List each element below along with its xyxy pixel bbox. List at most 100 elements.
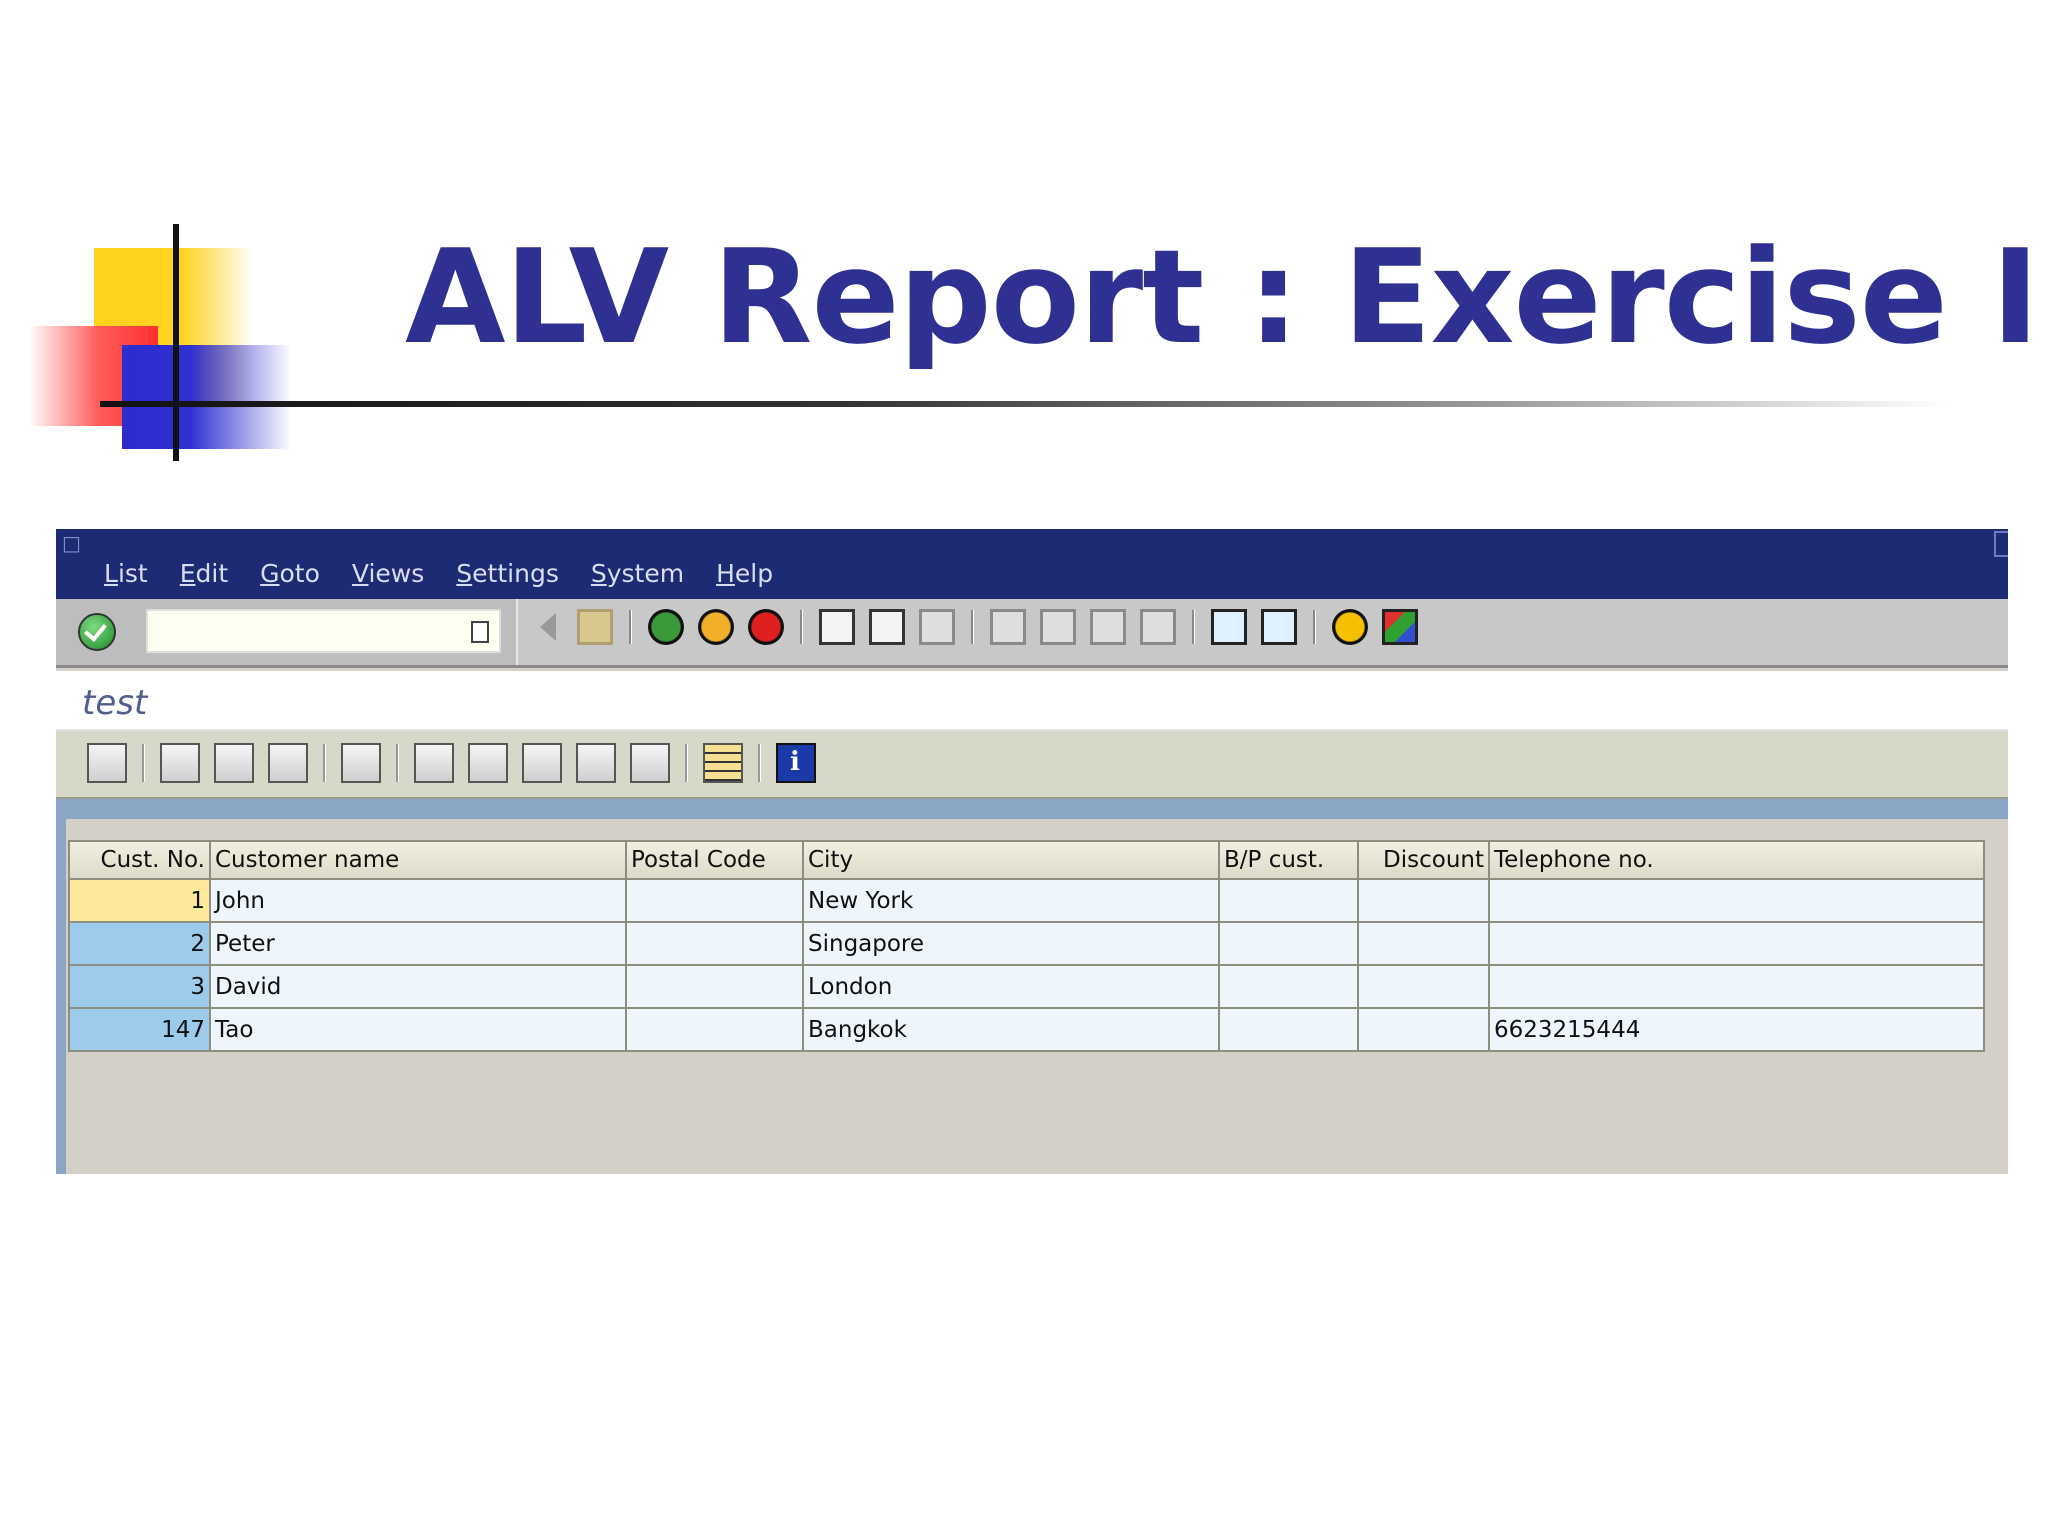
spreadsheet-icon[interactable] [414, 743, 454, 783]
toolbar-separator [1313, 610, 1316, 644]
menu-bar: □ List Edit Goto Views Settings System H… [56, 529, 2008, 599]
cell-cust-no[interactable]: 3 [68, 964, 211, 1009]
standard-toolbar [56, 599, 2008, 668]
cell-discount[interactable] [1357, 1007, 1490, 1052]
first-page-icon[interactable] [990, 609, 1026, 645]
toolbar-separator [971, 610, 974, 644]
cell-discount[interactable] [1357, 878, 1490, 923]
menu-settings[interactable]: Settings [456, 559, 559, 588]
abc-analysis-icon[interactable] [576, 743, 616, 783]
sort-descending-icon[interactable] [214, 743, 254, 783]
print-preview-icon[interactable] [341, 743, 381, 783]
cell-cust-no[interactable]: 147 [68, 1007, 211, 1052]
toolbar-separator [396, 744, 399, 782]
menu-help[interactable]: Help [716, 559, 773, 588]
menu-edit[interactable]: Edit [180, 559, 228, 588]
last-page-icon[interactable] [1140, 609, 1176, 645]
cell-discount[interactable] [1357, 921, 1490, 966]
toolbar-separator [800, 610, 803, 644]
cell-telephone[interactable] [1488, 921, 1985, 966]
column-header-city[interactable]: City [802, 840, 1220, 880]
sort-ascending-icon[interactable] [160, 743, 200, 783]
toolbar-separator [1192, 610, 1195, 644]
column-header-customer-name[interactable]: Customer name [209, 840, 627, 880]
menu-views[interactable]: Views [352, 559, 424, 588]
print-icon[interactable] [819, 609, 855, 645]
back-icon[interactable] [648, 609, 684, 645]
table-row[interactable]: 147 Tao Bangkok 6623215444 [68, 1007, 1985, 1052]
column-header-bp-cust[interactable]: B/P cust. [1218, 840, 1359, 880]
cell-bp-cust[interactable] [1218, 1007, 1359, 1052]
cell-postal-code[interactable] [625, 964, 804, 1009]
cell-customer-name[interactable]: Peter [209, 921, 627, 966]
program-title: test [82, 683, 148, 723]
cell-telephone[interactable]: 6623215444 [1488, 1007, 1985, 1052]
filter-icon[interactable] [268, 743, 308, 783]
alv-grid: Cust. No. Customer name Postal Code City… [68, 840, 1985, 1052]
cell-city[interactable]: Singapore [802, 921, 1220, 966]
grid-left-border [56, 799, 66, 1174]
command-field[interactable] [146, 609, 501, 653]
cell-telephone[interactable] [1488, 964, 1985, 1009]
cell-bp-cust[interactable] [1218, 878, 1359, 923]
toolbar-separator [758, 744, 761, 782]
command-history-icon[interactable] [471, 621, 489, 643]
cell-cust-no[interactable]: 2 [68, 921, 211, 966]
cell-postal-code[interactable] [625, 921, 804, 966]
collapse-arrow-icon[interactable] [540, 613, 556, 641]
graphic-icon[interactable] [630, 743, 670, 783]
cell-city[interactable]: Bangkok [802, 1007, 1220, 1052]
next-page-icon[interactable] [1090, 609, 1126, 645]
cell-city[interactable]: London [802, 964, 1220, 1009]
window-edge-icon [1994, 531, 2008, 557]
cell-telephone[interactable] [1488, 878, 1985, 923]
change-layout-icon[interactable] [703, 743, 743, 783]
cell-city[interactable]: New York [802, 878, 1220, 923]
information-icon[interactable] [776, 743, 816, 783]
cell-cust-no[interactable]: 1 [68, 878, 211, 923]
cell-discount[interactable] [1357, 964, 1490, 1009]
exit-icon[interactable] [698, 609, 734, 645]
table-row[interactable]: 3 David London [68, 964, 1985, 1009]
word-processing-icon[interactable] [468, 743, 508, 783]
decor-blue-square [122, 345, 292, 449]
cell-customer-name[interactable]: David [209, 964, 627, 1009]
decor-horizontal-line [100, 401, 1950, 407]
alv-toolbar [56, 731, 2008, 799]
window-menu-icon[interactable]: □ [62, 531, 88, 555]
create-shortcut-icon[interactable] [1261, 609, 1297, 645]
table-row[interactable]: 2 Peter Singapore [68, 921, 1985, 966]
grid-top-border [56, 799, 2008, 819]
previous-page-icon[interactable] [1040, 609, 1076, 645]
cell-customer-name[interactable]: John [209, 878, 627, 923]
help-icon[interactable] [1332, 609, 1368, 645]
table-row[interactable]: 1 John New York [68, 878, 1985, 923]
new-session-icon[interactable] [1211, 609, 1247, 645]
title-bar: test [56, 671, 2008, 731]
menu-system[interactable]: System [591, 559, 684, 588]
menu-list[interactable]: List [104, 559, 148, 588]
find-next-icon[interactable] [919, 609, 955, 645]
local-file-icon[interactable] [522, 743, 562, 783]
toolbar-separator [323, 744, 326, 782]
save-icon[interactable] [577, 609, 613, 645]
customize-layout-icon[interactable] [1382, 609, 1418, 645]
cell-postal-code[interactable] [625, 1007, 804, 1052]
details-icon[interactable] [87, 743, 127, 783]
cell-bp-cust[interactable] [1218, 921, 1359, 966]
column-header-cust-no[interactable]: Cust. No. [68, 840, 211, 880]
column-header-telephone[interactable]: Telephone no. [1488, 840, 1985, 880]
decor-vertical-line [173, 224, 179, 461]
cell-bp-cust[interactable] [1218, 964, 1359, 1009]
find-icon[interactable] [869, 609, 905, 645]
toolbar-separator [142, 744, 145, 782]
toolbar-separator [629, 610, 632, 644]
cell-customer-name[interactable]: Tao [209, 1007, 627, 1052]
cancel-icon[interactable] [748, 609, 784, 645]
menu-goto[interactable]: Goto [260, 559, 320, 588]
enter-check-icon[interactable] [78, 613, 116, 651]
column-header-postal-code[interactable]: Postal Code [625, 840, 804, 880]
column-header-discount[interactable]: Discount [1357, 840, 1490, 880]
toolbar-separator [685, 744, 688, 782]
cell-postal-code[interactable] [625, 878, 804, 923]
